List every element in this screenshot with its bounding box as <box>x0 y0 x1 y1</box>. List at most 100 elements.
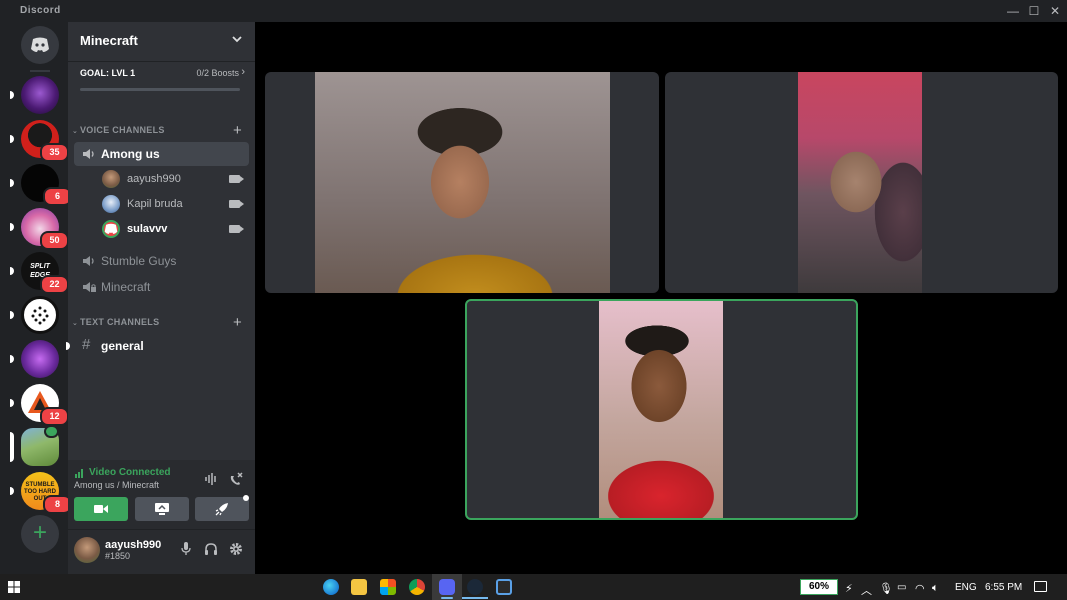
microphone-tray-icon[interactable]: 🎙︎ <box>879 582 893 595</box>
caret-down-icon: ⌄ <box>72 128 79 135</box>
video-live-icon <box>44 425 59 438</box>
category-label: VOICE CHANNELS <box>80 125 165 135</box>
voice-status: Video Connected <box>89 467 171 478</box>
noise-suppression-icon[interactable] <box>204 472 218 486</box>
camera-toggle-button[interactable] <box>74 497 128 521</box>
video-tile[interactable] <box>265 72 659 293</box>
notification-center-icon[interactable] <box>1034 581 1047 592</box>
server-icon[interactable] <box>21 296 59 334</box>
discord-logo-icon <box>31 37 49 52</box>
avatar <box>102 220 120 238</box>
camera-icon <box>229 225 244 233</box>
disconnect-icon[interactable] <box>228 471 244 487</box>
language-indicator[interactable]: ENG <box>955 582 977 593</box>
channel-label: Among us <box>101 147 160 161</box>
file-explorer-icon[interactable] <box>351 579 367 595</box>
video-tile[interactable] <box>665 72 1058 293</box>
speaker-icon <box>83 256 94 266</box>
speaker-icon <box>83 149 94 159</box>
voice-user-name: Kapil bruda <box>127 198 183 210</box>
headphones-icon[interactable] <box>203 542 219 558</box>
video-tile-speaking[interactable] <box>465 299 858 520</box>
steam-icon[interactable] <box>467 579 483 595</box>
category-label: TEXT CHANNELS <box>80 317 160 327</box>
text-channel-general[interactable]: # general <box>74 334 249 358</box>
video-feed-participant <box>315 72 610 293</box>
username[interactable]: aayush990 <box>105 539 161 551</box>
unread-pill <box>10 135 14 143</box>
voice-channel-minecraft[interactable]: Minecraft <box>74 275 249 299</box>
activity-dot <box>243 495 249 501</box>
create-channel-button[interactable]: + <box>233 314 242 331</box>
close-button[interactable]: ✕ <box>1046 3 1064 19</box>
video-camera-icon <box>94 505 108 513</box>
battery-tray-icon[interactable]: ▭ <box>897 582 906 593</box>
video-feed-participant <box>798 72 922 293</box>
unread-pill <box>10 267 14 275</box>
unread-pill <box>10 311 14 319</box>
screen-share-button[interactable] <box>135 497 189 521</box>
voice-location[interactable]: Among us / Minecraft <box>74 480 159 490</box>
category-voice-channels[interactable]: ⌄ VOICE CHANNELS + <box>72 122 252 139</box>
server-icon[interactable] <box>21 76 59 114</box>
signal-icon[interactable] <box>75 468 85 478</box>
title-bar: Discord — ☐ ✕ <box>0 0 1067 22</box>
guild-header[interactable]: Minecraft <box>68 22 255 62</box>
home-button[interactable] <box>21 26 59 64</box>
chevron-up-icon[interactable]: ︿ <box>861 582 872 598</box>
server-icon[interactable] <box>21 340 59 378</box>
voice-user-name: sulavvv <box>127 223 168 235</box>
unread-pill <box>10 223 14 231</box>
category-text-channels[interactable]: ⌄ TEXT CHANNELS + <box>72 314 252 331</box>
app-title: Discord <box>20 5 61 16</box>
gear-icon[interactable] <box>228 542 244 558</box>
maximize-button[interactable]: ☐ <box>1025 3 1043 19</box>
voice-user[interactable]: aayush990 <box>102 168 252 190</box>
user-avatar[interactable] <box>74 537 100 563</box>
store-icon[interactable] <box>380 579 396 595</box>
wifi-icon[interactable]: ◠ <box>915 582 925 595</box>
discord-taskbar-icon[interactable] <box>439 579 455 595</box>
user-tag: #1850 <box>105 551 131 561</box>
edge-browser-icon[interactable] <box>323 579 339 595</box>
mention-badge: 50 <box>40 231 68 250</box>
minimize-button[interactable]: — <box>1004 3 1022 19</box>
voice-user[interactable]: Kapil bruda <box>102 193 252 215</box>
mention-badge: 22 <box>40 275 68 294</box>
clock[interactable]: 6:55 PM <box>985 582 1022 593</box>
chevron-right-icon: › <box>241 66 245 78</box>
hashtag-icon: # <box>82 336 91 353</box>
battery-indicator[interactable]: 60% <box>800 579 838 595</box>
windows-taskbar: 60% ⚡ ︿ 🎙︎ ▭ ◠ 🔈︎ ENG 6:55 PM <box>0 574 1067 600</box>
microphone-icon[interactable] <box>178 542 194 558</box>
keyboard-app-icon[interactable] <box>496 579 512 595</box>
voice-channel-among-us[interactable]: Among us <box>74 142 249 166</box>
avatar <box>102 195 120 213</box>
unread-pill <box>10 399 14 407</box>
mention-badge: 12 <box>40 407 68 426</box>
mention-badge: 8 <box>43 495 68 514</box>
voice-user[interactable]: sulavvv <box>102 218 252 240</box>
boost-goal[interactable]: GOAL: LVL 1 0/2 Boosts › <box>68 62 255 100</box>
windows-start-icon[interactable] <box>8 581 20 593</box>
avatar <box>102 170 120 188</box>
activity-button[interactable] <box>195 497 249 521</box>
voice-channel-stumble-guys[interactable]: Stumble Guys <box>74 249 249 273</box>
mention-badge: 6 <box>43 187 68 206</box>
camera-icon <box>229 175 244 183</box>
rocket-icon <box>215 503 228 516</box>
rail-separator <box>30 70 50 72</box>
chrome-icon[interactable] <box>409 579 425 595</box>
channel-label: Minecraft <box>101 280 151 294</box>
discord-logo-icon <box>104 223 118 234</box>
server-rail: 35 6 50 SPLIT EDGE 22 12 STUMBLE TOO HAR… <box>0 22 68 574</box>
unread-pill <box>66 342 70 350</box>
add-server-button[interactable]: + <box>21 515 59 553</box>
unread-pill <box>10 179 14 187</box>
voice-connection-panel: Video Connected Among us / Minecraft <box>68 460 255 530</box>
locked-speaker-icon <box>83 282 96 292</box>
volume-icon[interactable]: 🔈︎ <box>932 582 939 595</box>
create-channel-button[interactable]: + <box>233 122 242 139</box>
screen-share-icon <box>155 503 169 515</box>
channel-label: Stumble Guys <box>101 254 177 268</box>
